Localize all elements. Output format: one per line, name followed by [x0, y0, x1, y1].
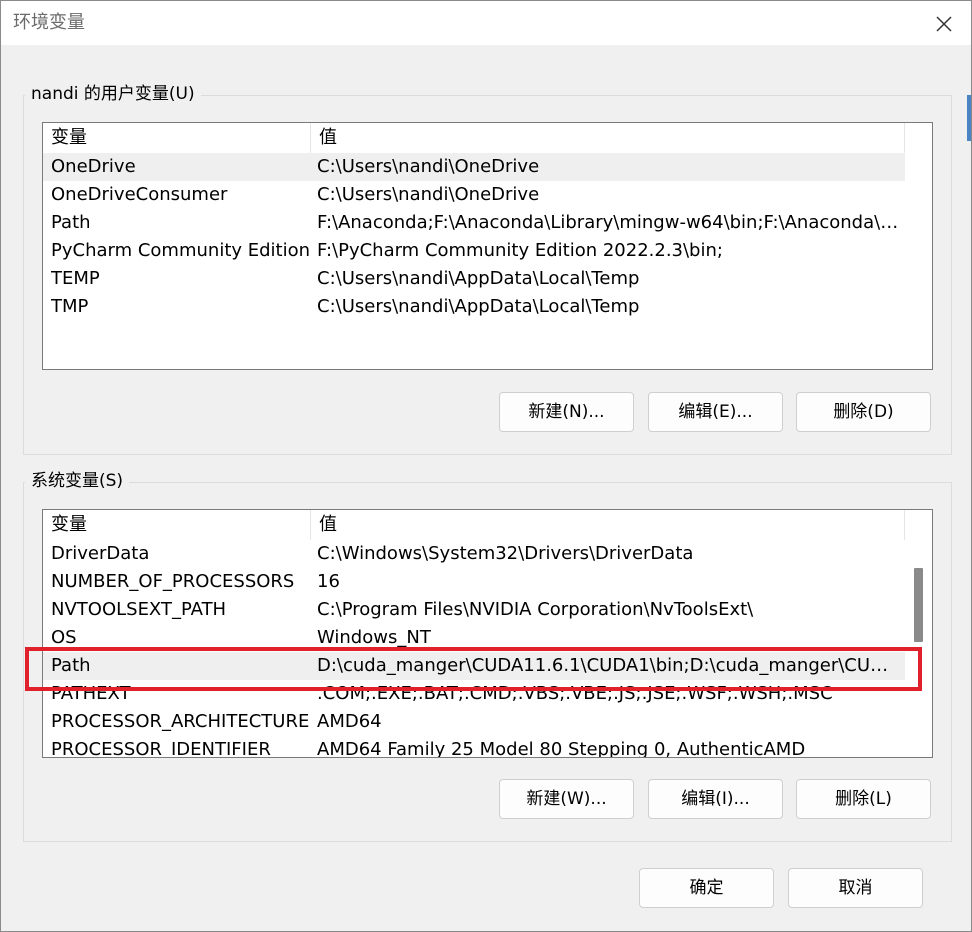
variable-value-cell: F:\Anaconda;F:\Anaconda\Library\mingw-w6…: [317, 212, 901, 233]
variable-value-cell: C:\Windows\System32\Drivers\DriverData: [317, 543, 694, 564]
window-title: 环境变量: [13, 12, 85, 33]
environment-variables-dialog: 环境变量 nandi 的用户变量(U) 变量 值 OneDrive C:\User…: [0, 0, 972, 932]
table-row[interactable]: DriverData C:\Windows\System32\Drivers\Dr…: [43, 540, 905, 568]
variable-name-cell: PROCESSOR_ARCHITECTURE: [51, 711, 309, 732]
variable-value-cell: C:\Users\nandi\AppData\Local\Temp: [317, 268, 640, 289]
table-row[interactable]: PROCESSOR_ARCHITECTURE AMD64: [43, 708, 905, 736]
table-row[interactable]: OneDrive C:\Users\nandi\OneDrive: [43, 153, 905, 181]
variable-value-cell: AMD64 Family 25 Model 80 Stepping 0, Aut…: [317, 739, 806, 758]
system-list-header: 变量 值: [43, 510, 905, 540]
variable-name-cell: OneDrive: [51, 156, 136, 177]
variable-value-cell: C:\Program Files\NVIDIA Corporation\NvTo…: [317, 599, 754, 620]
scrollbar-thumb[interactable]: [914, 568, 923, 642]
user-new-button[interactable]: 新建(N)...: [499, 392, 634, 432]
close-button[interactable]: [931, 11, 957, 37]
table-row[interactable]: OneDriveConsumer C:\Users\nandi\OneDrive: [43, 181, 905, 209]
user-variables-group-label: nandi 的用户变量(U): [25, 83, 201, 105]
variable-name-cell: NVTOOLSEXT_PATH: [51, 599, 227, 620]
cancel-button[interactable]: 取消: [788, 868, 923, 908]
variable-name-cell: Path: [51, 212, 91, 233]
table-row[interactable]: TEMP C:\Users\nandi\AppData\Local\Temp: [43, 265, 905, 293]
variable-value-cell: 16: [317, 571, 340, 592]
close-icon: [936, 16, 952, 32]
user-edit-button[interactable]: 编辑(E)...: [648, 392, 783, 432]
variable-value-cell: C:\Users\nandi\AppData\Local\Temp: [317, 296, 640, 317]
column-header-variable[interactable]: 变量: [43, 123, 311, 153]
user-list-header: 变量 值: [43, 123, 905, 153]
ok-button[interactable]: 确定: [639, 868, 774, 908]
variable-value-cell: C:\Users\nandi\OneDrive: [317, 184, 540, 205]
table-row[interactable]: NUMBER_OF_PROCESSORS 16: [43, 568, 905, 596]
column-header-variable[interactable]: 变量: [43, 510, 311, 540]
variable-name-cell: OneDriveConsumer: [51, 184, 228, 205]
table-row[interactable]: Path F:\Anaconda;F:\Anaconda\Library\ming…: [43, 209, 905, 237]
variable-name-cell: DriverData: [51, 543, 150, 564]
path-highlight-annotation: [25, 647, 922, 691]
variable-name-cell: TEMP: [51, 268, 100, 289]
system-variables-list[interactable]: 变量 值 DriverData C:\Windows\System32\Drive…: [42, 509, 933, 758]
column-header-value[interactable]: 值: [311, 510, 905, 540]
table-row[interactable]: PyCharm Community Edition F:\PyCharm Comm…: [43, 237, 905, 265]
variable-value-cell: C:\Users\nandi\OneDrive: [317, 156, 540, 177]
variable-name-cell: TMP: [51, 296, 89, 317]
system-delete-button[interactable]: 删除(L): [796, 779, 931, 819]
system-edit-button[interactable]: 编辑(I)...: [648, 779, 783, 819]
system-new-button[interactable]: 新建(W)...: [499, 779, 634, 819]
background-window-edge: [967, 95, 971, 141]
system-list-scrollbar[interactable]: [906, 510, 932, 757]
variable-name-cell: PROCESSOR_IDENTIFIER: [51, 739, 271, 758]
table-row[interactable]: TMP C:\Users\nandi\AppData\Local\Temp: [43, 293, 905, 321]
variable-value-cell: F:\PyCharm Community Edition 2022.2.3\bi…: [317, 240, 723, 261]
table-row[interactable]: NVTOOLSEXT_PATH C:\Program Files\NVIDIA C…: [43, 596, 905, 624]
title-bar[interactable]: 环境变量: [1, 1, 971, 45]
column-header-value[interactable]: 值: [311, 123, 905, 153]
table-row[interactable]: PROCESSOR_IDENTIFIER AMD64 Family 25 Mode…: [43, 736, 905, 758]
variable-value-cell: AMD64: [317, 711, 382, 732]
variable-name-cell: PyCharm Community Edition: [51, 240, 309, 261]
user-delete-button[interactable]: 删除(D): [796, 392, 931, 432]
user-variables-list[interactable]: 变量 值 OneDrive C:\Users\nandi\OneDrive OneD…: [42, 122, 933, 370]
system-variables-group-label: 系统变量(S): [25, 470, 130, 492]
variable-name-cell: NUMBER_OF_PROCESSORS: [51, 571, 295, 592]
